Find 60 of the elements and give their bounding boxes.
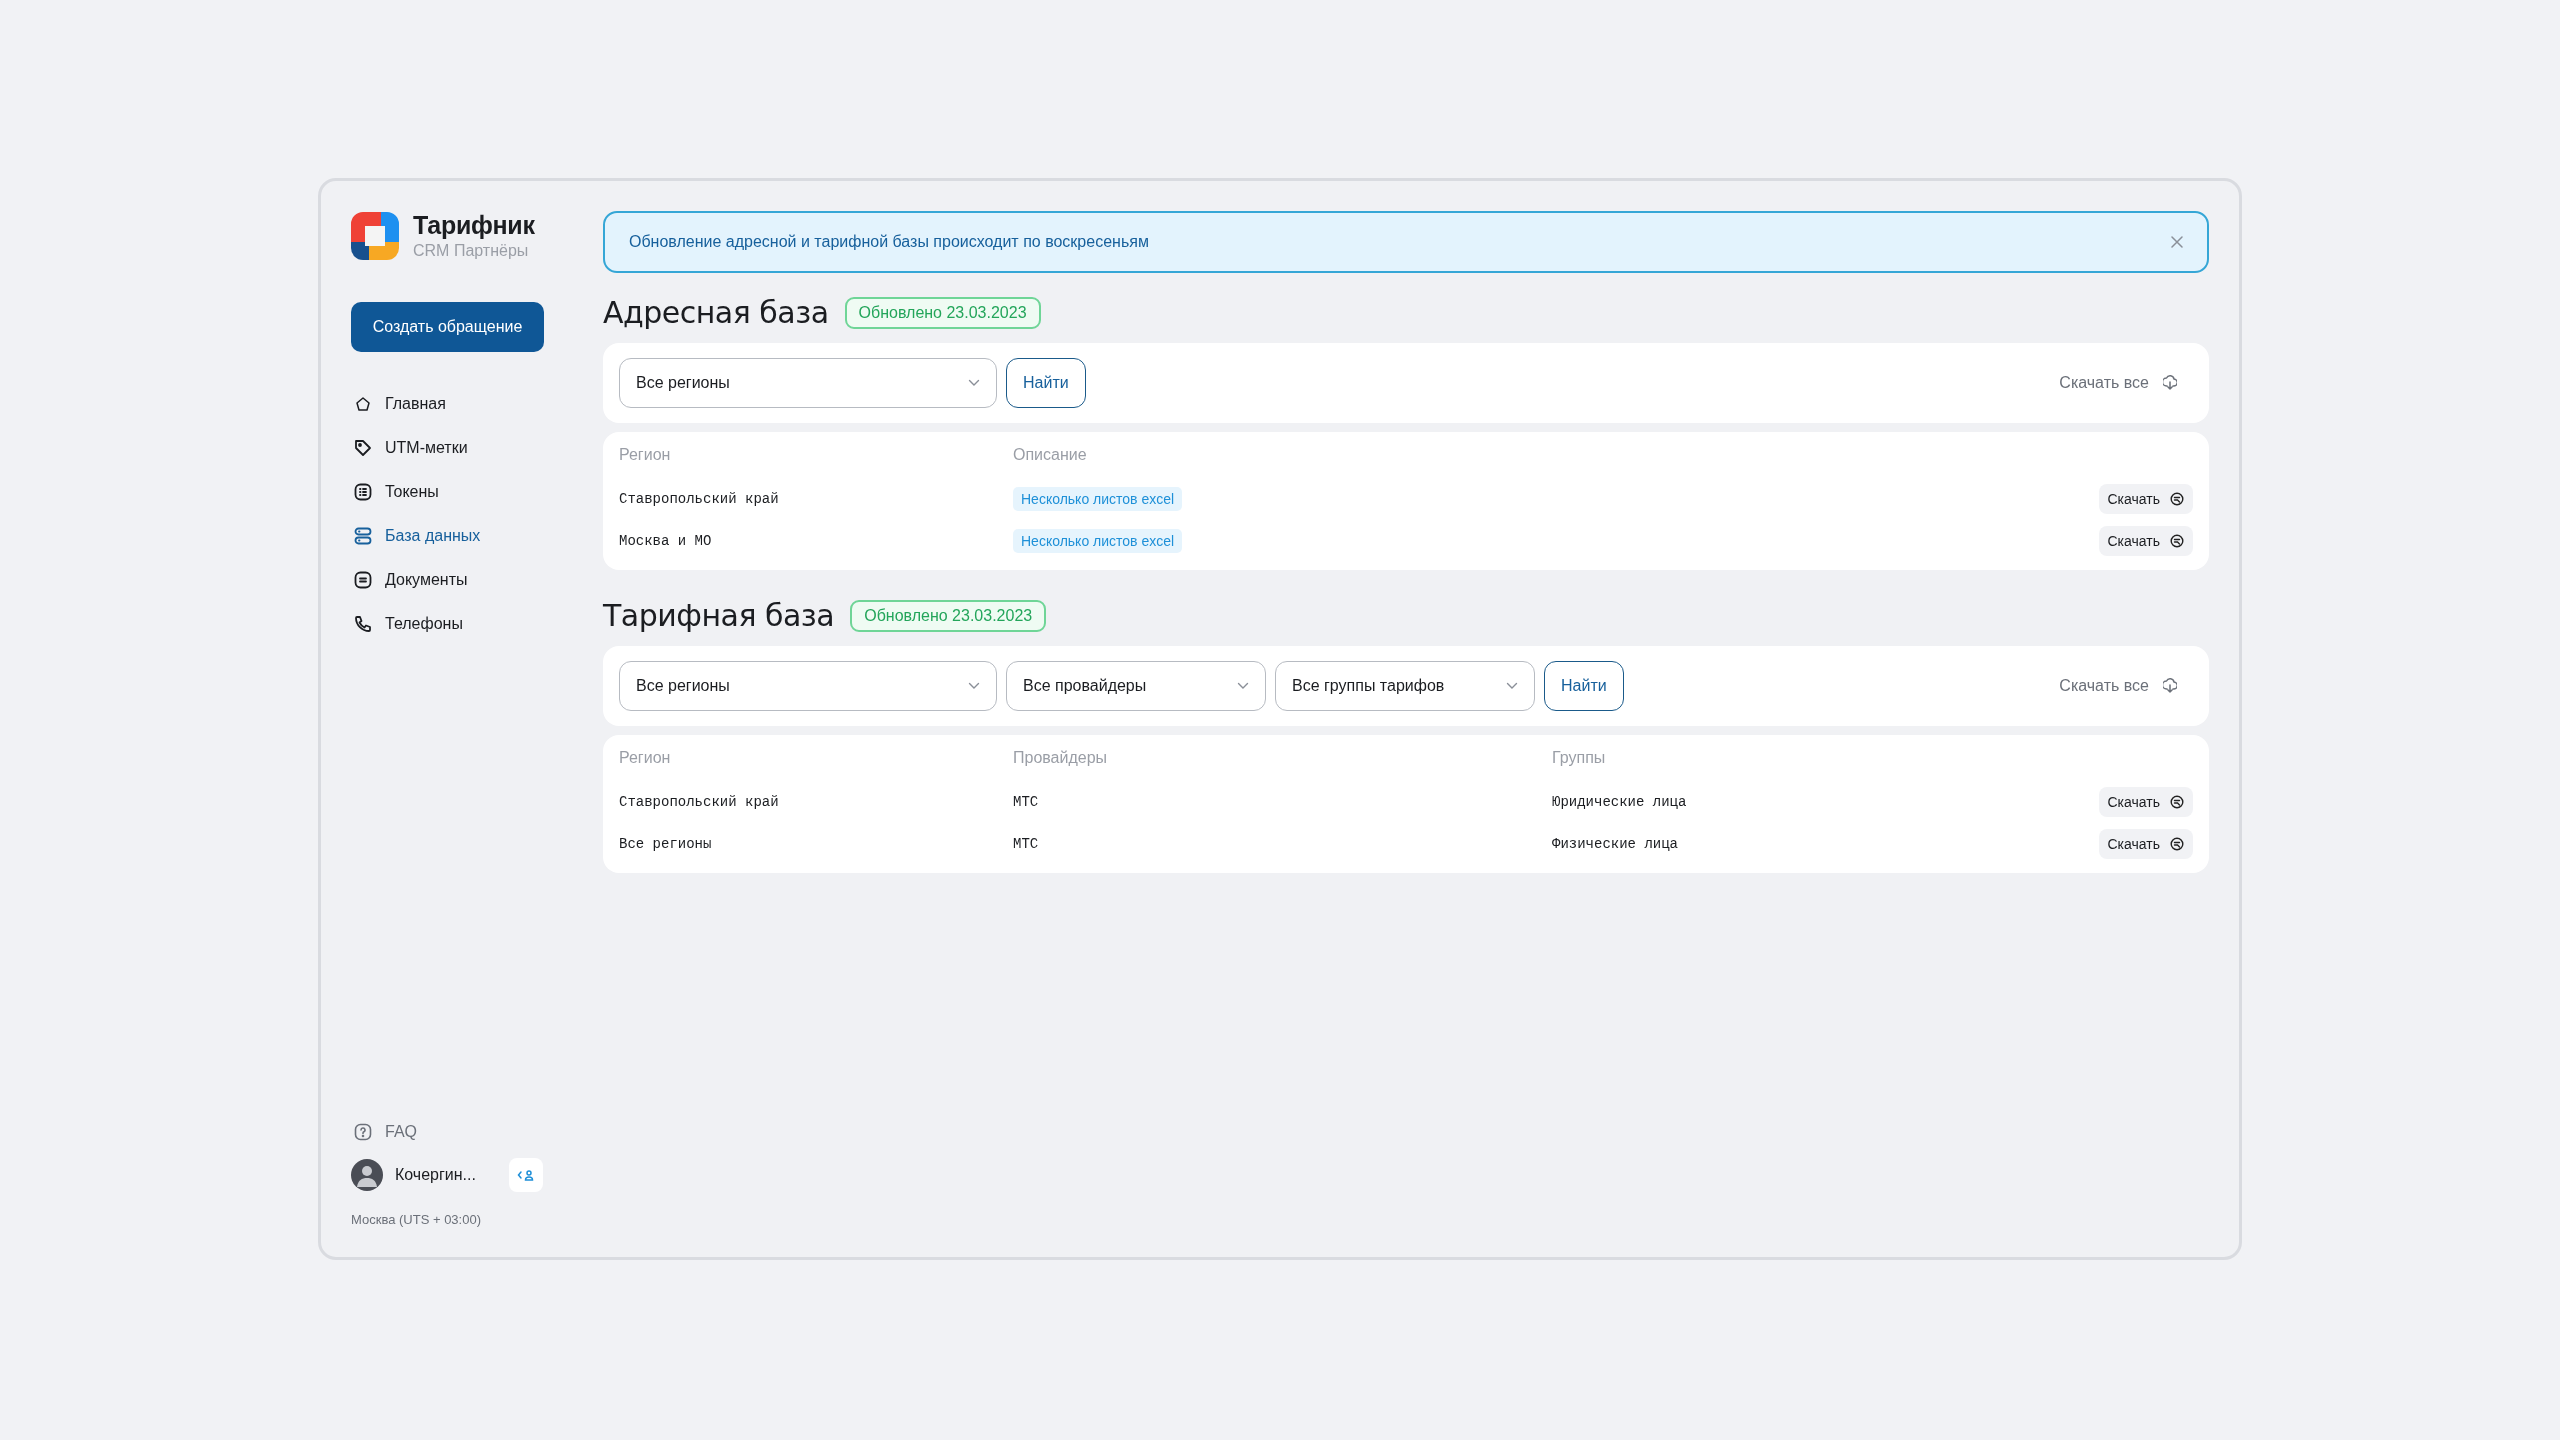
nav-item[interactable]: Токены [351, 482, 545, 502]
nav-item[interactable]: База данных [351, 526, 545, 546]
section-title: Адресная база [603, 295, 829, 330]
nav-item[interactable]: Документы [351, 570, 545, 590]
chevron-down-icon [968, 682, 980, 690]
help-icon [353, 1122, 373, 1142]
table-cell: МТС [1013, 836, 1039, 852]
column-header: Провайдеры [1013, 749, 1109, 768]
filter-dropdown[interactable]: Все группы тарифов [1275, 661, 1535, 711]
table-cell: МТС [1013, 794, 1039, 810]
updated-badge: Обновлено 23.03.2023 [850, 599, 1047, 632]
find-button[interactable]: Найти [1006, 358, 1086, 408]
database-icon [353, 526, 373, 546]
list-icon [353, 482, 373, 502]
home-icon [353, 394, 373, 414]
chevron-down-icon [1506, 682, 1518, 690]
description-tag: Несколько листов excel [1013, 487, 1183, 511]
switch-account-button[interactable] [509, 1158, 543, 1192]
banner-text: Обновление адресной и тарифной базы происходит по воскресеньям [629, 233, 1149, 251]
download-button[interactable]: Скачать [2098, 526, 2193, 556]
phone-icon [353, 614, 373, 634]
account-switch-icon [517, 1169, 535, 1181]
timezone-label: Москва (UTS + 03:00) [351, 1212, 482, 1227]
avatar [351, 1159, 383, 1191]
column-header: Регион [619, 749, 672, 768]
filter-dropdown[interactable]: Все регионы [619, 358, 997, 408]
table-cell: Москва и МО [619, 533, 712, 549]
download-button[interactable]: Скачать [2098, 787, 2193, 817]
description-tag: Несколько листов excel [1013, 529, 1183, 553]
app-subtitle: CRM Партнёры [413, 242, 530, 260]
user-name: Кочергин... [395, 1166, 477, 1184]
close-icon[interactable] [2171, 236, 2183, 248]
column-header: Описание [1013, 446, 1088, 465]
filter-dropdown[interactable]: Все провайдеры [1006, 661, 1266, 711]
table-cell: Все регионы [619, 836, 712, 852]
table-cell: Юридические лица [1552, 794, 1687, 810]
download-button[interactable]: Скачать [2098, 484, 2193, 514]
find-button[interactable]: Найти [1544, 661, 1624, 711]
nav-item[interactable]: Главная [351, 394, 545, 414]
nav-item[interactable]: Телефоны [351, 614, 545, 634]
filter-dropdown[interactable]: Все регионы [619, 661, 997, 711]
table-cell: Ставропольский край [619, 491, 779, 507]
download-all-link[interactable]: Скачать все [2059, 677, 2177, 695]
download-button[interactable]: Скачать [2098, 829, 2193, 859]
chevron-down-icon [968, 379, 980, 387]
download-all-link[interactable]: Скачать все [2059, 374, 2177, 392]
logo-icon [351, 211, 399, 260]
app-name: Тарифник [413, 211, 535, 240]
column-header: Регион [619, 446, 672, 465]
faq-link[interactable]: FAQ [351, 1122, 417, 1142]
updated-badge: Обновлено 23.03.2023 [844, 296, 1041, 329]
create-request-button[interactable]: Создать обращение [351, 302, 544, 352]
table-cell: Физические лица [1552, 836, 1679, 852]
section-title: Тарифная база [603, 598, 835, 633]
document-icon [353, 570, 373, 590]
tag-icon [353, 438, 373, 458]
chevron-down-icon [1237, 682, 1249, 690]
nav-item[interactable]: UTM-метки [351, 438, 545, 458]
table-cell: Ставропольский край [619, 794, 779, 810]
column-header: Группы [1552, 749, 1607, 768]
